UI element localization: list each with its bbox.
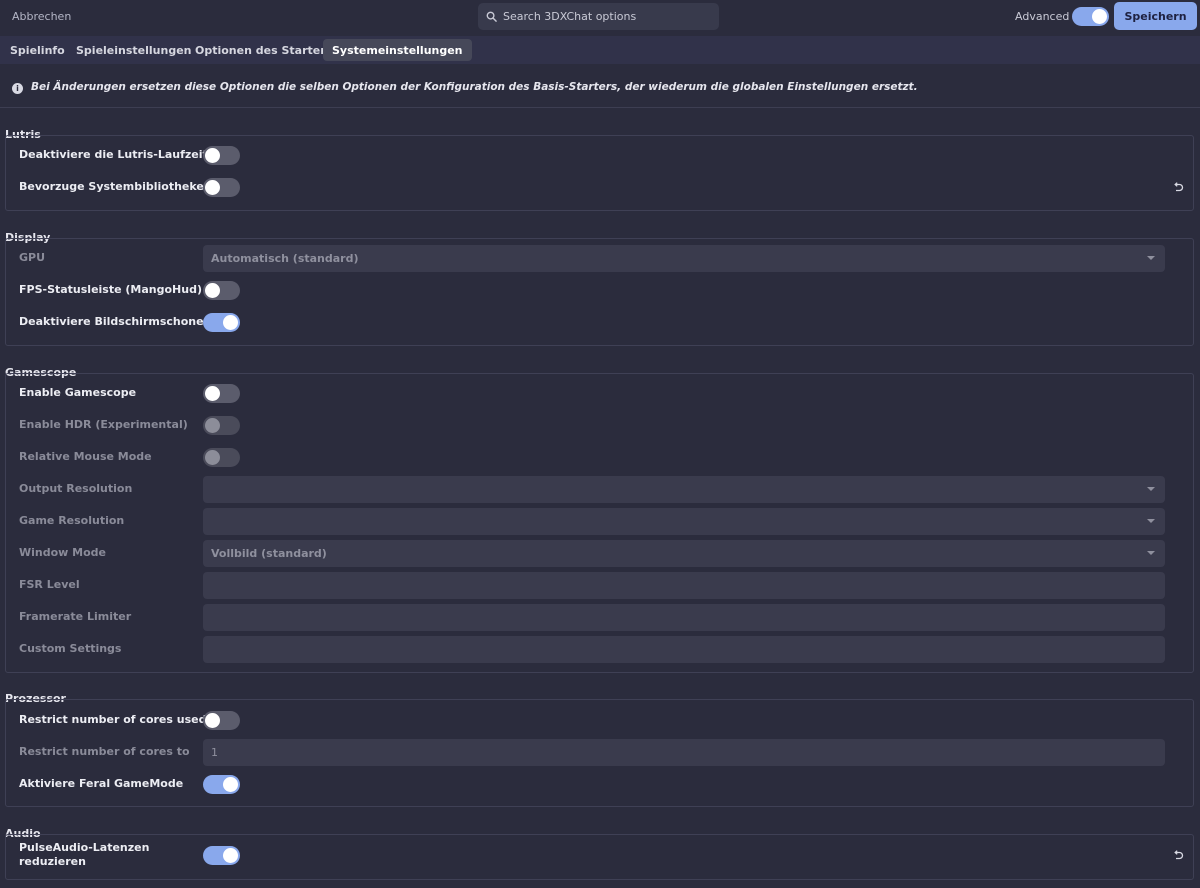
toggle-fps-overlay[interactable] xyxy=(203,281,240,300)
output-resolution-select[interactable] xyxy=(203,476,1165,503)
toggle-pulseaudio-latency[interactable] xyxy=(203,846,240,865)
search-icon xyxy=(486,11,497,22)
toggle-disable-lutris-runtime[interactable] xyxy=(203,146,240,165)
toggle-prefer-system-libs[interactable] xyxy=(203,178,240,197)
tab-spieleinstellungen[interactable]: Spieleinstellungen xyxy=(67,39,201,61)
custom-settings-field[interactable] xyxy=(203,636,1165,663)
advanced-toggle[interactable] xyxy=(1072,7,1109,26)
label-enable-hdr: Enable HDR (Experimental) xyxy=(19,418,188,431)
game-resolution-select[interactable] xyxy=(203,508,1165,535)
toggle-restrict-cores[interactable] xyxy=(203,711,240,730)
label-restrict-cores-to: Restrict number of cores to xyxy=(19,745,190,758)
toggle-relative-mouse-mode[interactable] xyxy=(203,448,240,467)
label-pulseaudio-latency-line1: PulseAudio-Latenzen xyxy=(19,841,150,854)
reset-icon[interactable] xyxy=(1172,849,1184,861)
advanced-label: Advanced xyxy=(1015,10,1070,23)
tab-bar: Spielinfo Spieleinstellungen Optionen de… xyxy=(0,36,1200,64)
info-text: Bei Änderungen ersetzen diese Optionen d… xyxy=(31,81,918,93)
section-lutris xyxy=(5,135,1194,211)
save-button[interactable]: Speichern xyxy=(1114,2,1197,30)
reset-icon[interactable] xyxy=(1172,181,1184,193)
section-audio xyxy=(5,834,1194,880)
chevron-down-icon xyxy=(1147,487,1155,491)
label-game-resolution: Game Resolution xyxy=(19,514,125,527)
label-gpu: GPU xyxy=(19,251,46,264)
header-bar: Abbrechen Advanced Speichern xyxy=(0,0,1200,36)
restrict-cores-to-field[interactable]: 1 xyxy=(203,739,1165,766)
window-mode-select[interactable]: Vollbild (standard) xyxy=(203,540,1165,567)
chevron-down-icon xyxy=(1147,551,1155,555)
tab-systemeinstellungen[interactable]: Systemeinstellungen xyxy=(323,39,472,61)
label-disable-lutris-runtime: Deaktiviere die Lutris-Laufzeit xyxy=(19,148,208,161)
label-fsr-level: FSR Level xyxy=(19,578,80,591)
fsr-level-field[interactable] xyxy=(203,572,1165,599)
label-custom-settings: Custom Settings xyxy=(19,642,122,655)
toggle-enable-gamescope[interactable] xyxy=(203,384,240,403)
tab-spielinfo[interactable]: Spielinfo xyxy=(1,39,74,61)
search-input[interactable] xyxy=(503,10,703,23)
framerate-limiter-field[interactable] xyxy=(203,604,1165,631)
label-window-mode: Window Mode xyxy=(19,546,106,559)
label-restrict-cores: Restrict number of cores used xyxy=(19,713,207,726)
label-pulseaudio-latency-line2: reduzieren xyxy=(19,855,86,868)
tab-optionen-des-starters[interactable]: Optionen des Starters xyxy=(186,39,341,61)
label-output-resolution: Output Resolution xyxy=(19,482,133,495)
label-prefer-system-libs: Bevorzuge Systembibliotheken xyxy=(19,180,212,193)
gpu-select-value: Automatisch (standard) xyxy=(211,252,359,265)
toggle-disable-screensaver[interactable] xyxy=(203,313,240,332)
window-mode-value: Vollbild (standard) xyxy=(211,547,327,560)
toggle-feral-gamemode[interactable] xyxy=(203,775,240,794)
label-fps-overlay: FPS-Statusleiste (MangoHud) xyxy=(19,283,202,296)
search-box[interactable] xyxy=(478,3,719,30)
gpu-select[interactable]: Automatisch (standard) xyxy=(203,245,1165,272)
info-icon: i xyxy=(12,83,23,94)
label-feral-gamemode: Aktiviere Feral GameMode xyxy=(19,777,184,790)
cancel-button[interactable]: Abbrechen xyxy=(12,10,71,23)
chevron-down-icon xyxy=(1147,256,1155,260)
label-relative-mouse-mode: Relative Mouse Mode xyxy=(19,450,152,463)
label-framerate-limiter: Framerate Limiter xyxy=(19,610,132,623)
chevron-down-icon xyxy=(1147,519,1155,523)
toggle-enable-hdr[interactable] xyxy=(203,416,240,435)
label-disable-screensaver: Deaktiviere Bildschirmschoner xyxy=(19,315,210,328)
label-enable-gamescope: Enable Gamescope xyxy=(19,386,137,399)
label-pulseaudio-latency: PulseAudio-Latenzen reduzieren xyxy=(19,841,149,869)
